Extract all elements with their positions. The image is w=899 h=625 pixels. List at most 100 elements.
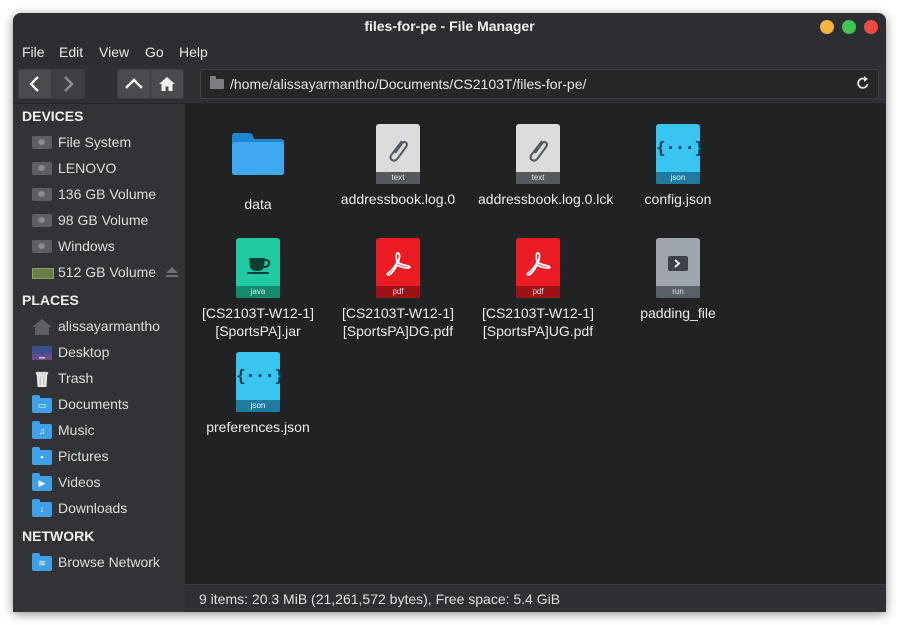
acrobat-icon [526,252,551,276]
drive-icon [32,240,52,253]
file-item-padding-file[interactable]: run padding_file [608,238,748,322]
file-item-data[interactable]: data [188,124,328,213]
reload-icon[interactable] [856,75,870,91]
chevron-up-icon [125,78,143,89]
music-folder-icon: ♫ [32,421,52,439]
sidebar-item-trash[interactable]: Trash [13,366,185,392]
text-file-icon: text [516,124,560,184]
sidebar-item-music[interactable]: ♫ Music [13,418,185,444]
videos-folder-icon: ▶ [32,473,52,491]
location-path[interactable]: /home/alissayarmantho/Documents/CS2103T/… [230,76,586,92]
pdf-file-icon: pdf [376,238,420,298]
devices-heading: DEVICES [22,108,84,124]
braces-icon: {···} [656,138,705,157]
braces-icon: {···} [236,366,285,385]
sidebar-item-videos[interactable]: ▶ Videos [13,470,185,496]
sidebar-item-windows[interactable]: Windows [13,234,185,260]
network-folder-icon: ≋ [32,553,52,571]
minimize-button[interactable] [820,20,834,34]
title-bar[interactable]: files-for-pe - File Manager [13,13,886,41]
paperclip-icon [529,140,548,162]
forward-button[interactable] [51,69,85,99]
sidebar-item-browse-network[interactable]: ≋ Browse Network [13,550,185,576]
sidebar-item-label: Windows [58,238,115,254]
file-item-addressbook-log-0-lck[interactable]: text addressbook.log.0.lck [468,124,613,208]
sidebar-item-label: 98 GB Volume [58,212,149,228]
java-file-icon: java [236,238,280,298]
file-item-preferences-json[interactable]: {···} json preferences.json [188,352,328,436]
paperclip-icon [389,140,408,162]
places-heading: PLACES [22,292,79,308]
file-item-addressbook-log-0[interactable]: text addressbook.log.0 [328,124,468,208]
menu-bar: File Edit View Go Help [13,41,886,65]
sidebar-item-label: Downloads [58,500,128,516]
window-title: files-for-pe - File Manager [364,18,535,34]
sidebar-item-label: Documents [58,396,129,412]
maximize-button[interactable] [842,20,856,34]
menu-edit[interactable]: Edit [56,44,86,60]
file-type-label: java [236,286,280,298]
file-type-label: run [656,286,700,298]
menu-file[interactable]: File [19,44,48,60]
sidebar-item-pictures[interactable]: ▪ Pictures [13,444,185,470]
sidebar-item-documents[interactable]: ▭ Documents [13,392,185,418]
pdf-file-icon: pdf [516,238,560,298]
home-button[interactable] [150,69,184,99]
home-icon [32,319,52,335]
drive-icon [32,188,52,201]
sidebar-item-file-system[interactable]: File System [13,130,185,156]
file-name: padding_file [640,305,716,321]
sidebar-item-downloads[interactable]: ↓ Downloads [13,496,185,522]
json-file-icon: {···} json [656,124,705,184]
drive-icon [32,214,52,227]
status-text: 9 items: 20.3 MiB (21,261,572 bytes), Fr… [199,591,561,607]
toolbar: /home/alissayarmantho/Documents/CS2103T/… [13,65,886,104]
sidebar-item-136gb-volume[interactable]: 136 GB Volume [13,182,185,208]
file-type-label: pdf [376,286,420,298]
sidebar-item-label: Browse Network [58,554,160,570]
file-type-label: text [376,172,420,184]
sidebar-item-home[interactable]: alissayarmantho [13,314,185,340]
up-button[interactable] [117,69,151,99]
close-button[interactable] [864,20,878,34]
text-file-icon: text [376,124,420,184]
drive-icon [32,136,52,149]
json-file-icon: {···} json [236,352,285,412]
pictures-folder-icon: ▪ [32,447,52,465]
back-button[interactable] [18,69,52,99]
file-item-sportspa-ug-pdf[interactable]: pdf [CS2103T-W12-1][SportsPA]UG.pdf [468,238,608,340]
file-name: [CS2103T-W12-1][SportsPA].jar [201,305,315,339]
trash-icon [35,371,49,387]
file-type-label: pdf [516,286,560,298]
menu-view[interactable]: View [96,44,132,60]
desktop-icon [32,346,52,360]
sidebar-item-98gb-volume[interactable]: 98 GB Volume [13,208,185,234]
file-item-config-json[interactable]: {···} json config.json [608,124,748,208]
file-name: config.json [644,191,712,207]
network-heading: NETWORK [22,528,95,544]
sidebar-item-512gb-volume[interactable]: 512 GB Volume [13,260,185,286]
location-bar[interactable]: /home/alissayarmantho/Documents/CS2103T/… [200,69,879,99]
sidebar-item-desktop[interactable]: Desktop [13,340,185,366]
menu-go[interactable]: Go [142,44,167,60]
sidebar: DEVICES File System LENOVO 136 GB Volume… [13,104,185,612]
sidebar-item-label: Videos [58,474,101,490]
file-name: addressbook.log.0 [340,191,456,207]
file-item-sportspa-jar[interactable]: java [CS2103T-W12-1][SportsPA].jar [188,238,328,340]
sidebar-item-label: alissayarmantho [58,318,160,334]
menu-help[interactable]: Help [176,44,211,60]
ssd-icon [32,268,54,279]
sidebar-item-label: Desktop [58,344,110,360]
sidebar-item-label: 512 GB Volume [58,264,157,280]
file-name: preferences.json [206,419,310,435]
status-bar: 9 items: 20.3 MiB (21,261,572 bytes), Fr… [185,584,886,612]
file-item-sportspa-dg-pdf[interactable]: pdf [CS2103T-W12-1][SportsPA]DG.pdf [328,238,468,340]
file-type-label: text [516,172,560,184]
drive-icon [32,162,52,175]
file-manager-window: files-for-pe - File Manager File Edit Vi… [13,13,886,612]
eject-icon[interactable] [166,267,178,277]
sidebar-item-lenovo[interactable]: LENOVO [13,156,185,182]
chevron-left-icon [29,76,39,92]
sidebar-item-label: Music [58,422,95,438]
file-name: [CS2103T-W12-1][SportsPA]DG.pdf [341,305,455,339]
